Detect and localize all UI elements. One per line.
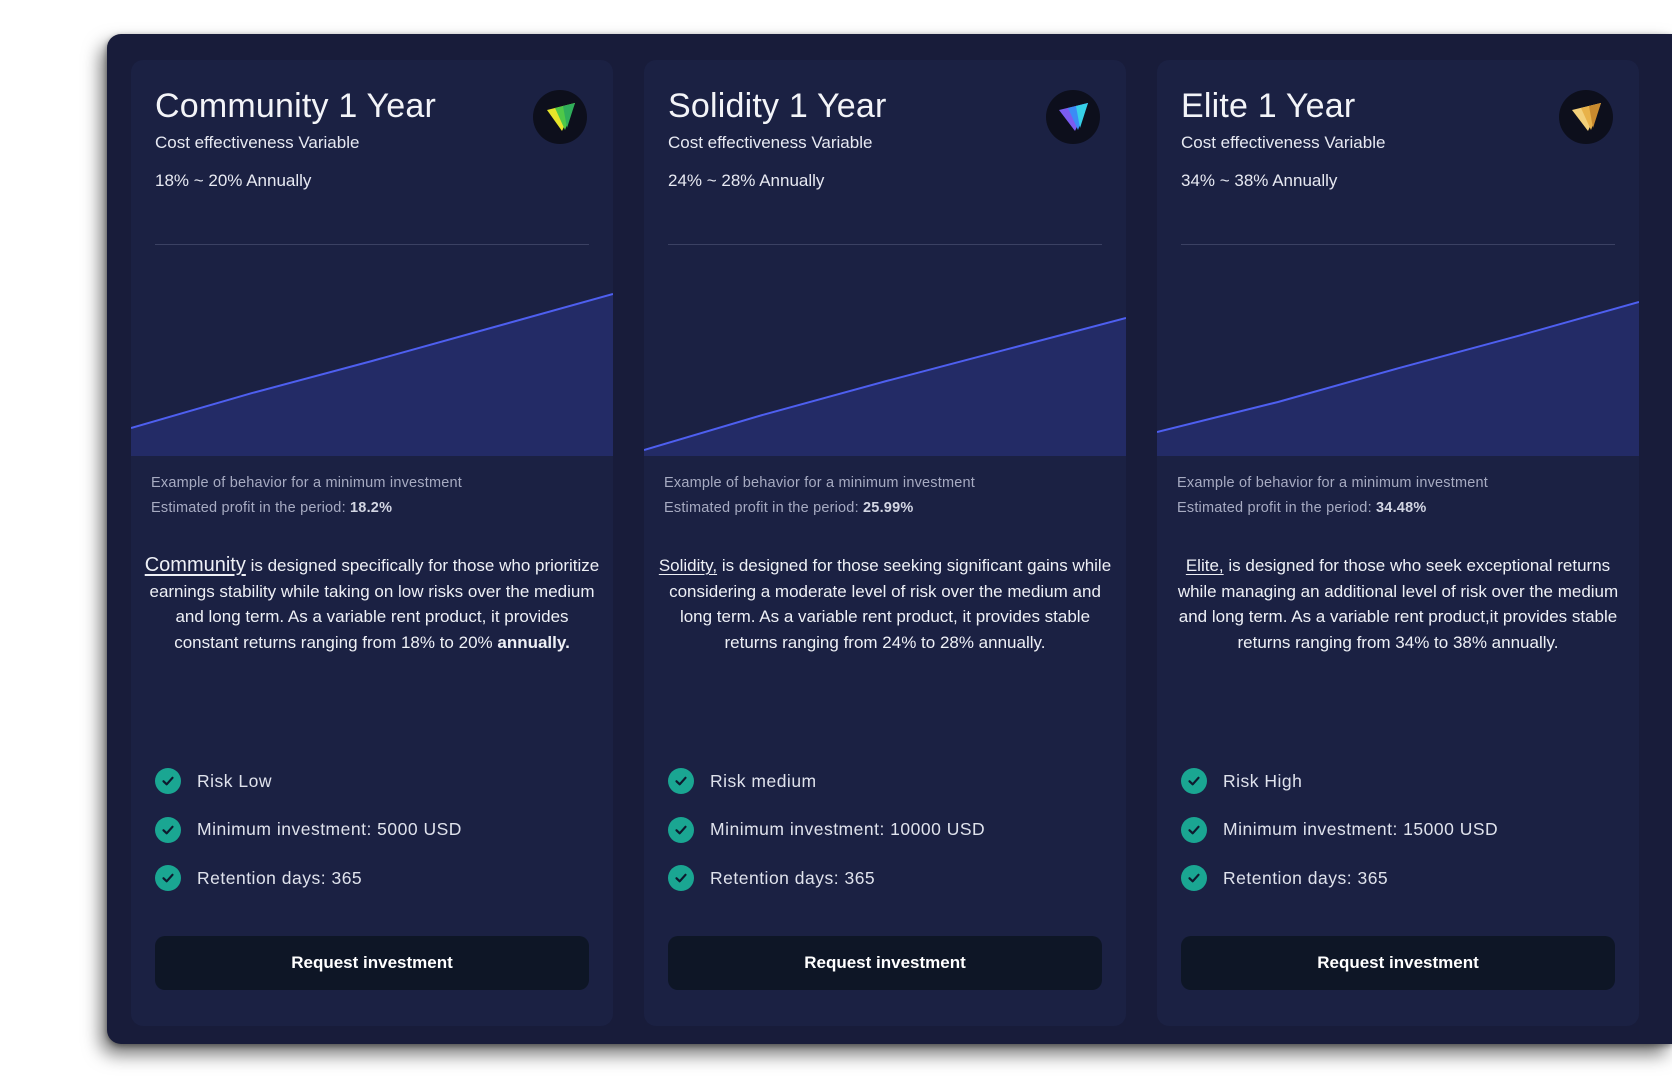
divider <box>155 244 589 245</box>
feature-list: Risk High Minimum investment: 15000 USD … <box>1181 768 1615 914</box>
feature-label: Minimum investment: 5000 USD <box>197 819 462 839</box>
plan-title: Community 1 Year <box>155 87 437 125</box>
plan-description: Solidity, is designed for those seeking … <box>656 553 1114 655</box>
feature-label: Risk medium <box>710 770 817 791</box>
request-investment-button[interactable]: Request investment <box>155 936 589 990</box>
check-icon <box>155 865 181 891</box>
estimated-profit: Estimated profit in the period: 34.48% <box>1177 496 1488 521</box>
feature-item: Minimum investment: 10000 USD <box>668 816 1102 843</box>
plan-description: Elite, is designed for those who seek ex… <box>1169 553 1627 655</box>
pricing-panel: Community 1 Year Cost effectiveness Vari… <box>107 34 1672 1044</box>
blue-shield-logo-icon <box>1046 90 1100 144</box>
growth-chart <box>1157 301 1639 456</box>
feature-item: Risk medium <box>668 768 1102 794</box>
plan-description-text: is designed for those seeking significan… <box>669 556 1112 652</box>
plan-brand-link[interactable]: Solidity, <box>659 556 717 575</box>
plan-description-ending: annually. <box>497 632 570 652</box>
estimated-profit-label: Estimated profit in the period: <box>664 500 859 516</box>
gold-shield-logo-icon <box>1559 90 1613 144</box>
feature-label: Retention days: 365 <box>710 867 876 888</box>
check-icon <box>1181 768 1207 794</box>
card-header: Community 1 Year Cost effectiveness Vari… <box>155 87 589 191</box>
growth-chart <box>131 293 613 456</box>
plan-title: Solidity 1 Year <box>668 87 887 125</box>
plan-title: Elite 1 Year <box>1181 87 1356 125</box>
plan-subtitle: Cost effectiveness Variable <box>1181 133 1386 153</box>
card-header: Solidity 1 Year Cost effectiveness Varia… <box>668 87 1102 191</box>
estimated-profit: Estimated profit in the period: 18.2% <box>151 496 462 521</box>
feature-label: Risk Low <box>197 770 272 791</box>
feature-label: Minimum investment: 10000 USD <box>710 819 986 839</box>
feature-item: Risk Low <box>155 768 589 794</box>
check-icon <box>668 768 694 794</box>
card-header: Elite 1 Year Cost effectiveness Variable… <box>1181 87 1615 191</box>
plan-rate: 24% ~ 28% Annually <box>668 171 825 191</box>
plan-description: Community is designed specifically for t… <box>143 553 601 655</box>
feature-list: Risk Low Minimum investment: 5000 USD Re… <box>155 768 589 914</box>
estimated-profit-value: 18.2% <box>350 500 393 516</box>
divider <box>1181 244 1615 245</box>
plan-subtitle: Cost effectiveness Variable <box>155 133 360 153</box>
check-icon <box>1181 865 1207 891</box>
plan-brand-link[interactable]: Elite, <box>1186 556 1224 575</box>
chart-caption-line: Example of behavior for a minimum invest… <box>1177 475 1489 491</box>
feature-label: Minimum investment: 15000 USD <box>1223 819 1499 839</box>
plan-subtitle: Cost effectiveness Variable <box>668 133 873 153</box>
plan-rate: 34% ~ 38% Annually <box>1181 171 1338 191</box>
chart-area <box>131 294 613 456</box>
feature-item: Retention days: 365 <box>155 865 589 891</box>
feature-list: Risk medium Minimum investment: 10000 US… <box>668 768 1102 914</box>
estimated-profit-label: Estimated profit in the period: <box>1177 500 1372 516</box>
green-shield-logo-icon <box>533 90 587 144</box>
feature-item: Minimum investment: 5000 USD <box>155 816 589 843</box>
plan-brand-link[interactable]: Community <box>145 554 246 576</box>
check-icon <box>668 865 694 891</box>
feature-item: Retention days: 365 <box>1181 865 1615 891</box>
estimated-profit-value: 34.48% <box>1376 500 1427 516</box>
plan-description-text: is designed for those who seek exception… <box>1177 556 1619 652</box>
chart-caption-line: Example of behavior for a minimum invest… <box>664 475 976 491</box>
request-investment-button[interactable]: Request investment <box>1181 936 1615 990</box>
plan-card-community: Community 1 Year Cost effectiveness Vari… <box>131 60 613 1026</box>
check-icon <box>668 816 694 843</box>
divider <box>668 244 1102 245</box>
request-investment-button[interactable]: Request investment <box>668 936 1102 990</box>
chart-caption: Example of behavior for a minimum invest… <box>151 471 462 521</box>
chart-area <box>1157 302 1639 456</box>
check-icon <box>1181 816 1207 843</box>
chart-caption: Example of behavior for a minimum invest… <box>1177 471 1488 521</box>
feature-item: Risk High <box>1181 768 1615 794</box>
feature-item: Minimum investment: 15000 USD <box>1181 816 1615 843</box>
plan-card-solidity: Solidity 1 Year Cost effectiveness Varia… <box>644 60 1126 1026</box>
feature-label: Risk High <box>1223 770 1303 791</box>
feature-label: Retention days: 365 <box>1223 867 1389 888</box>
growth-chart <box>644 317 1126 456</box>
feature-label: Retention days: 365 <box>197 867 363 888</box>
feature-item: Retention days: 365 <box>668 865 1102 891</box>
check-icon <box>155 768 181 794</box>
plan-rate: 18% ~ 20% Annually <box>155 171 312 191</box>
chart-area <box>644 318 1126 456</box>
check-icon <box>155 816 181 843</box>
estimated-profit: Estimated profit in the period: 25.99% <box>664 496 975 521</box>
estimated-profit-label: Estimated profit in the period: <box>151 500 346 516</box>
plan-card-elite: Elite 1 Year Cost effectiveness Variable… <box>1157 60 1639 1026</box>
estimated-profit-value: 25.99% <box>863 500 914 516</box>
chart-caption: Example of behavior for a minimum invest… <box>664 471 975 521</box>
chart-caption-line: Example of behavior for a minimum invest… <box>151 475 463 491</box>
